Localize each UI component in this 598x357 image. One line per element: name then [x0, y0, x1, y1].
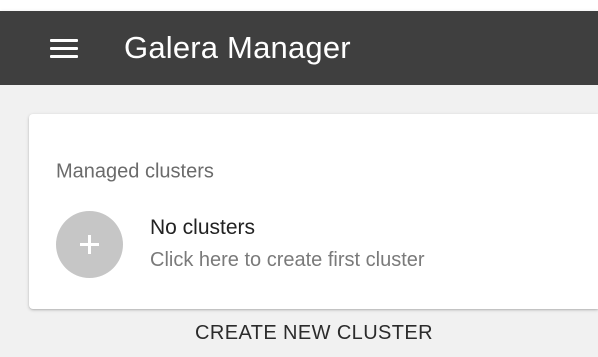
- main-content: Managed clusters No clusters Click here …: [0, 85, 598, 357]
- create-first-cluster-item[interactable]: No clusters Click here to create first c…: [29, 211, 598, 283]
- empty-state-title: No clusters: [150, 216, 256, 239]
- app-bar: Galera Manager: [0, 11, 598, 85]
- add-cluster-avatar: [56, 211, 123, 278]
- menu-bar-middle: [50, 47, 78, 50]
- empty-state-subtitle: Click here to create first cluster: [150, 249, 425, 271]
- app-window: Galera Manager Managed clusters No clust…: [0, 0, 598, 357]
- menu-bar-top: [50, 39, 78, 42]
- menu-bar-bottom: [50, 55, 78, 58]
- create-new-cluster-button[interactable]: CREATE NEW CLUSTER: [164, 313, 464, 353]
- hamburger-menu-icon[interactable]: [40, 33, 80, 63]
- app-title: Galera Manager: [124, 30, 351, 65]
- plus-icon-vertical: [88, 235, 91, 254]
- managed-clusters-card: Managed clusters No clusters Click here …: [29, 114, 598, 309]
- card-header: Managed clusters: [56, 160, 214, 183]
